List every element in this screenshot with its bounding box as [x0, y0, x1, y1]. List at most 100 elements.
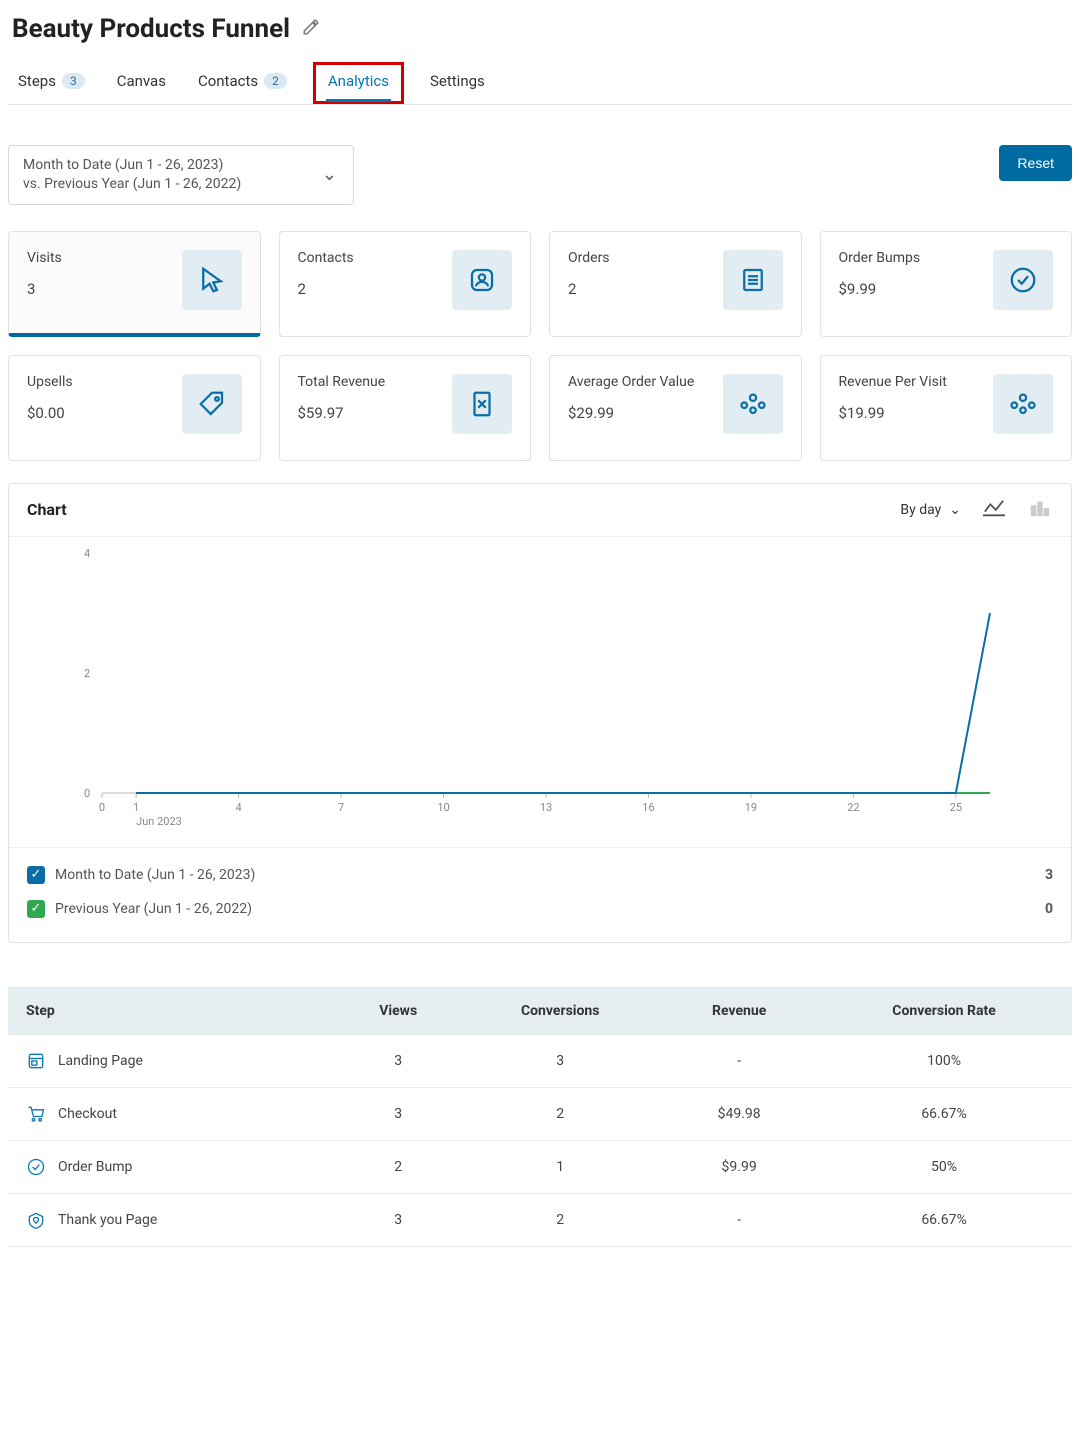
- svg-text:13: 13: [540, 801, 552, 814]
- metric-value: $9.99: [839, 280, 921, 298]
- metric-value: $59.97: [298, 404, 386, 422]
- tab-label: Settings: [430, 72, 485, 90]
- tab-steps[interactable]: Steps 3: [12, 62, 91, 104]
- step-name: Thank you Page: [58, 1212, 157, 1228]
- svg-text:0: 0: [84, 787, 90, 800]
- cell-rate: 66.67%: [816, 1193, 1072, 1246]
- metric-label: Orders: [568, 250, 610, 266]
- metric-average-order-value[interactable]: Average Order Value $29.99: [549, 355, 802, 461]
- tab-canvas[interactable]: Canvas: [111, 62, 172, 104]
- page-title: Beauty Products Funnel: [12, 14, 290, 44]
- metric-label: Visits: [27, 250, 62, 266]
- people-icon: [993, 374, 1053, 434]
- contact-icon: [452, 250, 512, 310]
- tab-label: Canvas: [117, 72, 166, 90]
- bar-chart-button[interactable]: [1027, 498, 1053, 522]
- svg-text:22: 22: [847, 801, 859, 814]
- metric-upsells[interactable]: Upsells $0.00: [8, 355, 261, 461]
- revenue-icon: [452, 374, 512, 434]
- svg-text:25: 25: [950, 801, 962, 814]
- tab-label: Steps: [18, 72, 56, 90]
- col-conversion-rate: Conversion Rate: [816, 987, 1072, 1035]
- step-name: Landing Page: [58, 1053, 143, 1069]
- metric-value: $19.99: [839, 404, 947, 422]
- legend-checkbox[interactable]: ✓: [27, 900, 45, 918]
- legend-label: Previous Year (Jun 1 - 26, 2022): [55, 901, 252, 917]
- cell-views: 2: [338, 1140, 458, 1193]
- col-revenue: Revenue: [662, 987, 816, 1035]
- tab-label: Contacts: [198, 72, 258, 90]
- metric-revenue-per-visit[interactable]: Revenue Per Visit $19.99: [820, 355, 1073, 461]
- metric-value: $29.99: [568, 404, 694, 422]
- tag-icon: [182, 374, 242, 434]
- svg-text:1: 1: [133, 801, 139, 814]
- metric-label: Total Revenue: [298, 374, 386, 390]
- svg-text:0: 0: [99, 801, 105, 814]
- chart-title: Chart: [27, 500, 67, 519]
- cell-conversions: 2: [458, 1087, 662, 1140]
- step-name: Order Bump: [58, 1159, 132, 1175]
- svg-text:4: 4: [236, 801, 242, 814]
- date-range-line2: vs. Previous Year (Jun 1 - 26, 2022): [23, 175, 303, 194]
- cell-views: 3: [338, 1193, 458, 1246]
- cell-conversions: 1: [458, 1140, 662, 1193]
- svg-text:19: 19: [745, 801, 757, 814]
- chart-plot: 0240147101316192225Jun 2023: [17, 545, 1063, 835]
- col-step: Step: [8, 987, 338, 1035]
- svg-text:4: 4: [84, 547, 90, 560]
- col-views: Views: [338, 987, 458, 1035]
- orders-icon: [723, 250, 783, 310]
- svg-text:2: 2: [84, 667, 90, 680]
- tab-contacts[interactable]: Contacts2: [192, 62, 293, 104]
- cart-icon: [26, 1104, 46, 1124]
- chart-granularity-label: By day: [900, 502, 941, 518]
- cell-conversions: 3: [458, 1035, 662, 1088]
- cell-rate: 66.67%: [816, 1087, 1072, 1140]
- date-range-picker[interactable]: Month to Date (Jun 1 - 26, 2023) vs. Pre…: [8, 145, 354, 205]
- people-icon: [723, 374, 783, 434]
- step-name: Checkout: [58, 1106, 117, 1122]
- legend-checkbox[interactable]: ✓: [27, 866, 45, 884]
- table-row: Checkout 3 2 $49.98 66.67%: [8, 1087, 1072, 1140]
- metric-value: $0.00: [27, 404, 73, 422]
- chevron-down-icon: ⌄: [322, 163, 337, 187]
- legend-total: 0: [1045, 901, 1053, 917]
- check-icon: [993, 250, 1053, 310]
- svg-text:Jun 2023: Jun 2023: [136, 815, 182, 828]
- metric-value: 3: [27, 280, 62, 298]
- chart-legend: ✓ Month to Date (Jun 1 - 26, 2023) 3 ✓ P…: [9, 847, 1071, 942]
- tab-badge: 3: [62, 73, 85, 89]
- landing-icon: [26, 1051, 46, 1071]
- metric-contacts[interactable]: Contacts 2: [279, 231, 532, 337]
- metric-label: Revenue Per Visit: [839, 374, 947, 390]
- legend-label: Month to Date (Jun 1 - 26, 2023): [55, 867, 255, 883]
- metric-label: Order Bumps: [839, 250, 921, 266]
- cell-rate: 50%: [816, 1140, 1072, 1193]
- edit-icon[interactable]: [302, 18, 320, 41]
- metric-order-bumps[interactable]: Order Bumps $9.99: [820, 231, 1073, 337]
- reset-button[interactable]: Reset: [999, 145, 1072, 181]
- metric-visits[interactable]: Visits 3: [8, 231, 261, 337]
- metric-total-revenue[interactable]: Total Revenue $59.97: [279, 355, 532, 461]
- tab-settings[interactable]: Settings: [424, 62, 491, 104]
- thanks-icon: [26, 1210, 46, 1230]
- col-conversions: Conversions: [458, 987, 662, 1035]
- line-chart-button[interactable]: [981, 498, 1007, 522]
- table-row: Thank you Page 3 2 - 66.67%: [8, 1193, 1072, 1246]
- cell-revenue: $49.98: [662, 1087, 816, 1140]
- cell-revenue: -: [662, 1193, 816, 1246]
- cell-revenue: -: [662, 1035, 816, 1088]
- tab-analytics[interactable]: Analytics: [313, 62, 404, 104]
- metric-orders[interactable]: Orders 2: [549, 231, 802, 337]
- chart-card: Chart By day ⌄ 0240147101316192225Jun 20…: [8, 483, 1072, 943]
- chart-granularity-select[interactable]: By day ⌄: [900, 502, 961, 518]
- svg-text:16: 16: [642, 801, 654, 814]
- svg-text:10: 10: [437, 801, 449, 814]
- metrics-grid: Visits 3 Contacts 2 Orders 2 Order Bumps…: [8, 231, 1072, 461]
- legend-row: ✓ Previous Year (Jun 1 - 26, 2022) 0: [27, 892, 1053, 926]
- metric-label: Average Order Value: [568, 374, 694, 390]
- cell-views: 3: [338, 1087, 458, 1140]
- bump-icon: [26, 1157, 46, 1177]
- cell-revenue: $9.99: [662, 1140, 816, 1193]
- metric-label: Contacts: [298, 250, 354, 266]
